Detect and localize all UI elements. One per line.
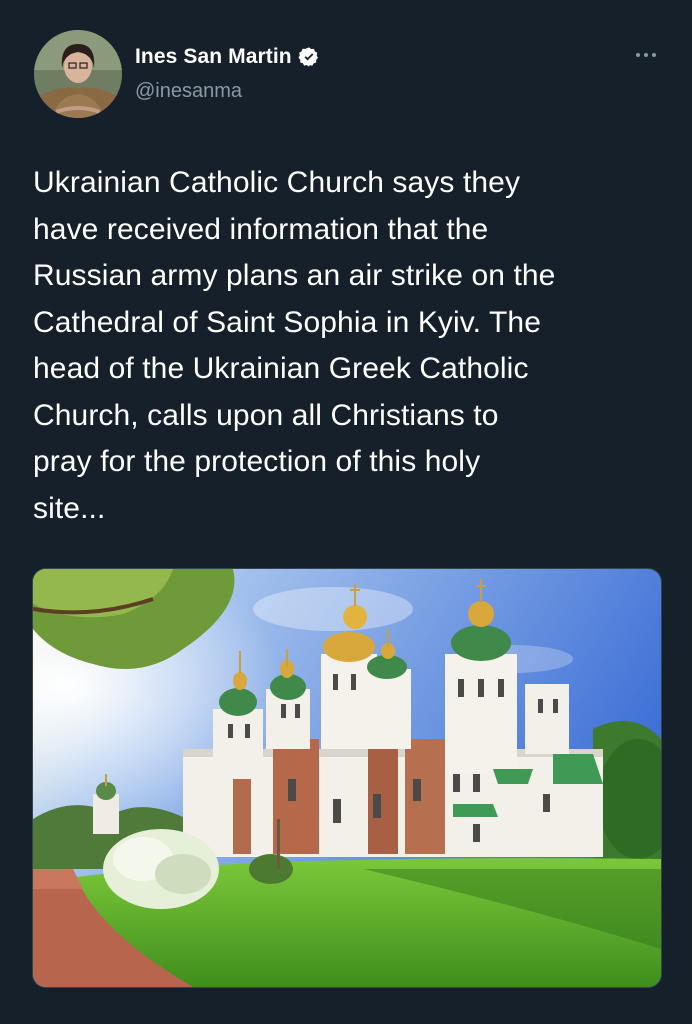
avatar[interactable]	[34, 30, 122, 118]
author-handle[interactable]: @inesanma	[135, 80, 242, 103]
tweet-media-photo[interactable]	[32, 568, 662, 988]
author-name-row[interactable]: Ines San Martin	[135, 45, 320, 69]
tweet-card: Ines San Martin @inesanma Ukrainian Cath…	[0, 0, 692, 1024]
tweet-text: Ukrainian Catholic Church says they have…	[33, 166, 556, 525]
author-name[interactable]: Ines San Martin	[135, 45, 292, 69]
verified-badge-icon	[298, 47, 318, 67]
more-options-icon[interactable]	[634, 44, 658, 64]
